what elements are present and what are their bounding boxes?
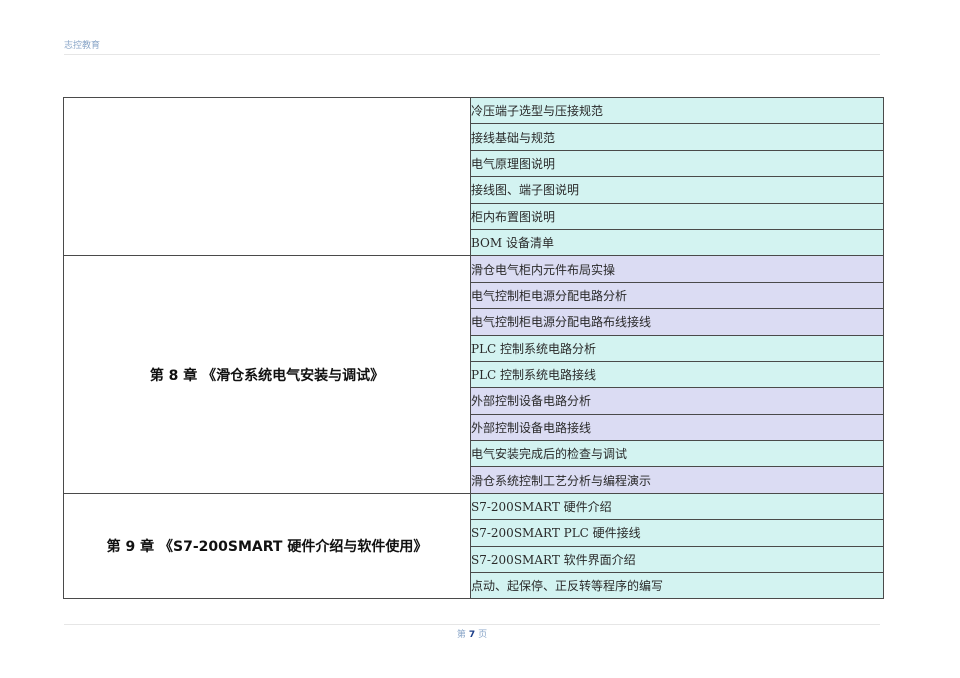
- table-row: 第 8 章 《滑仓系统电气安装与调试》 滑仓电气柜内元件布局实操: [63, 255, 884, 494]
- page-number: 7: [468, 630, 476, 640]
- page-footer: 第7页: [64, 624, 880, 640]
- lesson-item: 电气安装完成后的检查与调试: [470, 440, 884, 468]
- table-row: 第 9 章 《S7-200SMART 硬件介绍与软件使用》 S7-200SMAR…: [63, 492, 884, 600]
- lesson-item: BOM 设备清单: [470, 228, 884, 257]
- lesson-item: 电气控制柜电源分配电路分析: [470, 281, 884, 310]
- chapter-cell: [63, 96, 471, 257]
- lesson-item: S7-200SMART 软件界面介绍: [470, 545, 884, 574]
- lesson-item: PLC 控制系统电路分析: [470, 334, 884, 362]
- lesson-item: 滑仓系统控制工艺分析与编程演示: [470, 466, 884, 494]
- lesson-item: 滑仓电气柜内元件布局实操: [470, 255, 884, 283]
- lesson-item: 点动、起保停、正反转等程序的编写: [470, 572, 884, 600]
- lesson-item: PLC 控制系统电路接线: [470, 360, 884, 389]
- page-header: 志控教育: [64, 40, 880, 55]
- lesson-item: 外部控制设备电路接线: [470, 413, 884, 442]
- header-org-name: 志控教育: [64, 41, 101, 51]
- lesson-item: 柜内布置图说明: [470, 202, 884, 230]
- lesson-item: S7-200SMART 硬件介绍: [470, 492, 884, 521]
- chapter-9-title: 第 9 章 《S7-200SMART 硬件介绍与软件使用》: [63, 492, 471, 600]
- lesson-item: 电气原理图说明: [470, 149, 884, 178]
- chapter-8-title: 第 8 章 《滑仓系统电气安装与调试》: [63, 255, 471, 494]
- lesson-item: 接线基础与规范: [470, 123, 884, 151]
- footer-suffix: 页: [478, 630, 488, 640]
- lesson-item: S7-200SMART PLC 硬件接线: [470, 519, 884, 547]
- lesson-item: 电气控制柜电源分配电路布线接线: [470, 308, 884, 336]
- lesson-item: 接线图、端子图说明: [470, 176, 884, 204]
- syllabus-table: 冷压端子选型与压接规范 接线基础与规范 电气原理图说明 接线图、端子图说明 柜内…: [63, 96, 884, 600]
- lesson-item: 冷压端子选型与压接规范: [470, 96, 884, 125]
- footer-prefix: 第: [456, 630, 466, 640]
- table-row: 冷压端子选型与压接规范: [63, 96, 884, 257]
- lesson-item: 外部控制设备电路分析: [470, 387, 884, 415]
